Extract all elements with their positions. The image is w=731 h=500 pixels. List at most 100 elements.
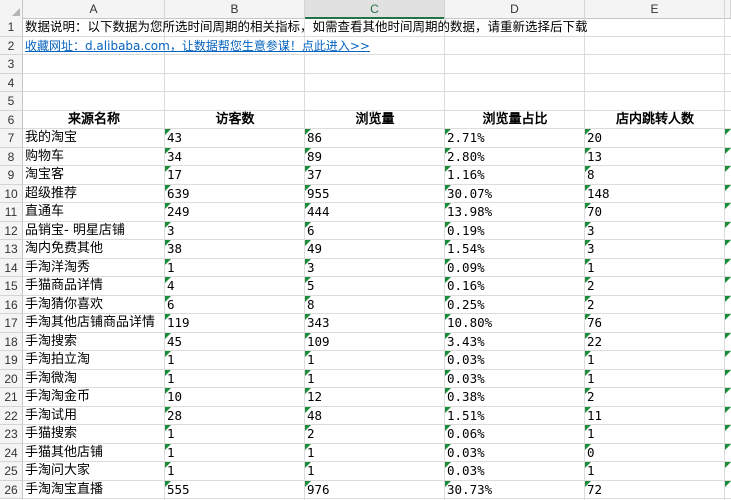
source-name-cell[interactable]: 购物车 <box>23 148 165 167</box>
data-cell[interactable]: 1 <box>585 369 725 389</box>
column-f-partial-cell[interactable] <box>725 240 731 259</box>
data-cell[interactable]: 30.73% <box>445 480 585 500</box>
data-cell[interactable]: 1.16% <box>445 166 585 185</box>
source-name-cell[interactable]: 手淘微淘 <box>23 370 165 389</box>
favorites-link[interactable]: 收藏网址：d.alibaba.com，让数据帮您生意参谋！点此进入>> <box>23 37 370 56</box>
source-name-cell[interactable]: 手淘拍立淘 <box>23 351 165 370</box>
data-cell[interactable]: 148 <box>585 184 725 204</box>
data-cell[interactable]: 343 <box>305 314 445 333</box>
data-cell[interactable]: 249 <box>165 203 305 222</box>
row-number[interactable]: 13 <box>0 240 23 259</box>
row-number[interactable]: 17 <box>0 314 23 333</box>
row-number[interactable]: 7 <box>0 129 23 148</box>
data-cell[interactable]: 5 <box>305 277 445 296</box>
data-cell[interactable]: 1 <box>585 258 725 278</box>
row-number[interactable]: 3 <box>0 55 23 74</box>
column-f-partial-cell[interactable] <box>725 425 731 444</box>
data-cell[interactable]: 555 <box>165 480 305 500</box>
row-number[interactable]: 11 <box>0 203 23 222</box>
source-name-cell[interactable]: 手猫商品详情 <box>23 277 165 296</box>
row-number[interactable]: 25 <box>0 462 23 481</box>
column-header-b[interactable]: B <box>165 0 305 18</box>
data-cell[interactable]: 0.06% <box>445 425 585 444</box>
row-number[interactable]: 18 <box>0 332 23 351</box>
data-cell[interactable]: 0.19% <box>445 221 585 241</box>
data-cell[interactable]: 37 <box>305 166 445 185</box>
column-header-f-partial[interactable] <box>725 0 731 18</box>
data-cell[interactable]: 49 <box>305 240 445 259</box>
data-cell[interactable]: 1 <box>585 351 725 370</box>
data-cell[interactable]: 22 <box>585 332 725 352</box>
data-cell[interactable]: 0.25% <box>445 295 585 315</box>
column-f-partial-cell[interactable] <box>725 184 731 204</box>
header-cell[interactable]: 店内跳转人数 <box>585 111 725 130</box>
column-f-partial-cell[interactable] <box>725 369 731 389</box>
column-f-partial-cell[interactable] <box>725 295 731 315</box>
row-number[interactable]: 21 <box>0 388 23 407</box>
column-f-partial-cell[interactable] <box>725 129 731 148</box>
data-cell[interactable]: 30.07% <box>445 184 585 204</box>
source-name-cell[interactable]: 手淘试用 <box>23 407 165 426</box>
column-f-partial-cell[interactable] <box>725 277 731 296</box>
data-cell[interactable]: 955 <box>305 184 445 204</box>
row-number[interactable]: 6 <box>0 110 23 129</box>
source-name-cell[interactable]: 手猫其他店铺 <box>23 444 165 463</box>
data-cell[interactable]: 1 <box>165 351 305 370</box>
column-f-partial-cell[interactable] <box>725 258 731 278</box>
data-cell[interactable]: 72 <box>585 480 725 500</box>
data-cell[interactable]: 119 <box>165 314 305 333</box>
source-name-cell[interactable]: 淘宝客 <box>23 166 165 185</box>
column-f-partial-cell[interactable] <box>725 332 731 352</box>
row-number[interactable]: 15 <box>0 277 23 296</box>
source-name-cell[interactable]: 手淘搜索 <box>23 333 165 352</box>
source-name-cell[interactable]: 手淘淘金币 <box>23 388 165 407</box>
source-name-cell[interactable]: 超级推荐 <box>23 185 165 204</box>
source-name-cell[interactable]: 直通车 <box>23 203 165 222</box>
data-cell[interactable]: 70 <box>585 203 725 222</box>
column-f-partial-cell[interactable] <box>725 406 731 426</box>
row-number[interactable]: 5 <box>0 92 23 111</box>
data-cell[interactable]: 0.38% <box>445 388 585 407</box>
data-cell[interactable]: 0 <box>585 443 725 463</box>
spreadsheet-grid[interactable]: A B C D E 1 2 3 4 5 6 7 8 9 10 11 12 13 14 15 16 17 18 19 20 21 22… <box>0 0 731 500</box>
row-number[interactable]: 16 <box>0 295 23 314</box>
column-f-partial-cell[interactable] <box>725 480 731 500</box>
data-cell[interactable]: 12 <box>305 388 445 407</box>
source-name-cell[interactable]: 手淘淘宝直播 <box>23 481 165 500</box>
row-number[interactable]: 20 <box>0 369 23 388</box>
data-cell[interactable]: 2 <box>305 425 445 444</box>
data-cell[interactable]: 1 <box>305 462 445 481</box>
row-number[interactable]: 26 <box>0 480 23 499</box>
column-header-e[interactable]: E <box>585 0 725 18</box>
source-name-cell[interactable]: 手猫搜索 <box>23 425 165 444</box>
data-cell[interactable]: 1 <box>165 369 305 389</box>
source-name-cell[interactable]: 手淘洋淘秀 <box>23 259 165 278</box>
row-number[interactable]: 1 <box>0 18 23 37</box>
data-cell[interactable]: 86 <box>305 129 445 148</box>
row-number[interactable]: 23 <box>0 425 23 444</box>
row-number[interactable]: 19 <box>0 351 23 370</box>
data-cell[interactable]: 1 <box>305 369 445 389</box>
data-cell[interactable]: 3 <box>585 221 725 241</box>
data-cell[interactable]: 1.54% <box>445 240 585 259</box>
data-cell[interactable]: 0.09% <box>445 258 585 278</box>
source-name-cell[interactable]: 我的淘宝 <box>23 129 165 148</box>
select-all-corner[interactable] <box>0 0 23 18</box>
data-cell[interactable]: 1 <box>165 258 305 278</box>
data-cell[interactable]: 8 <box>305 295 445 315</box>
column-header-c[interactable]: C <box>305 0 445 19</box>
data-cell[interactable]: 1 <box>305 351 445 370</box>
data-cell[interactable]: 1 <box>305 443 445 463</box>
data-cell[interactable]: 6 <box>165 295 305 315</box>
data-cell[interactable]: 0.03% <box>445 369 585 389</box>
column-f-partial-cell[interactable] <box>725 221 731 241</box>
data-cell[interactable]: 3 <box>305 258 445 278</box>
row-number[interactable]: 9 <box>0 166 23 185</box>
data-cell[interactable]: 639 <box>165 184 305 204</box>
data-cell[interactable]: 76 <box>585 314 725 333</box>
data-cell[interactable]: 2.80% <box>445 147 585 167</box>
data-cell[interactable]: 1 <box>585 462 725 481</box>
data-cell[interactable]: 1 <box>165 462 305 481</box>
row-number[interactable]: 8 <box>0 147 23 166</box>
data-cell[interactable]: 10.80% <box>445 314 585 333</box>
